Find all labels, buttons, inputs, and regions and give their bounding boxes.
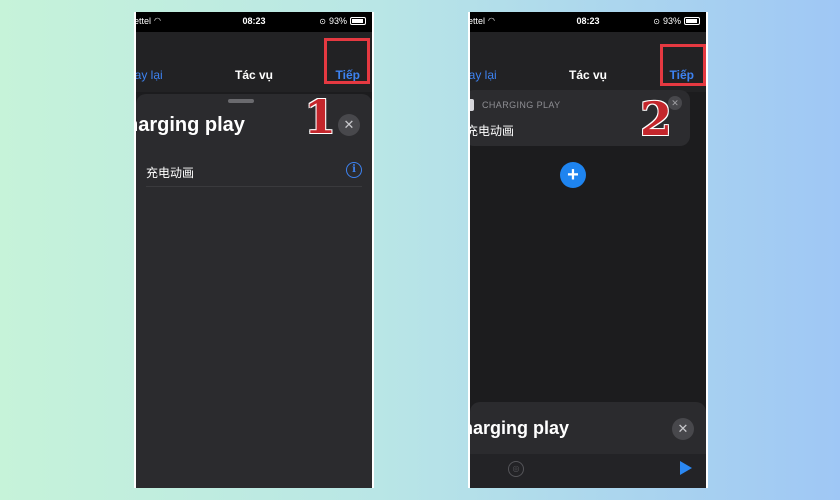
status-bar: ettel ◠ 08:23 ⊙ 93%	[136, 12, 372, 32]
app-name: CHARGING PLAY	[482, 100, 561, 110]
phone-screen-1: ettel ◠ 08:23 ⊙ 93% uay lại Tác vụ Tiếp …	[134, 12, 374, 488]
list-item-label: 充电动画	[146, 166, 195, 180]
list-item[interactable]: 充电动画 i	[146, 160, 362, 187]
battery-icon	[350, 17, 366, 25]
shortcut-sheet: harging play ✕ 充电动画 i	[136, 94, 372, 488]
step-number: 1	[304, 90, 337, 144]
orientation-lock-icon: ⊙	[653, 16, 660, 26]
highlight-box	[324, 38, 370, 84]
plus-icon[interactable]: +	[560, 162, 586, 188]
bottom-panel: harging play ✕ ◎	[470, 402, 706, 488]
status-bar: ettel ◠ 08:23 ⊙ 93%	[470, 12, 706, 32]
settings-icon[interactable]: ◎	[508, 461, 524, 477]
step-number: 2	[640, 92, 673, 146]
app-icon	[470, 99, 474, 111]
play-icon[interactable]	[680, 461, 692, 475]
info-icon[interactable]: i	[346, 162, 362, 178]
bottom-toolbar: ◎	[470, 454, 706, 488]
highlight-box	[660, 44, 706, 86]
battery-percent: 93%	[328, 16, 347, 26]
divider	[146, 186, 362, 187]
sheet-title: harging play	[134, 114, 245, 136]
panel-title: harging play	[468, 418, 570, 438]
sheet-grabber[interactable]	[228, 99, 254, 103]
close-button[interactable]: ✕	[672, 418, 694, 440]
battery-percent: 93%	[662, 16, 681, 26]
close-button[interactable]: ✕	[338, 114, 360, 136]
phone-screen-2: ettel ◠ 08:23 ⊙ 93% uay lại Tác vụ Tiếp …	[468, 12, 708, 488]
orientation-lock-icon: ⊙	[319, 16, 326, 26]
battery-icon	[684, 17, 700, 25]
action-value: 充电动画	[468, 124, 515, 138]
